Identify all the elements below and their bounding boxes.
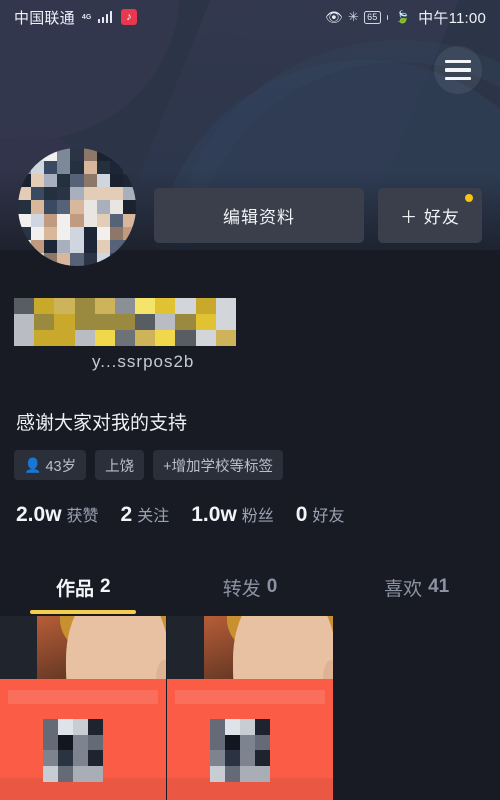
tab-reposts[interactable]: 转发 0 [167, 560, 334, 614]
tab-works[interactable]: 作品 2 [0, 560, 167, 614]
person-icon: 👤 [24, 456, 42, 473]
video-grid [0, 616, 500, 800]
battery-tip [386, 14, 389, 20]
stat-following-label: 关注 [137, 508, 170, 525]
stat-likes[interactable]: 2.0w 获赞 [16, 502, 99, 527]
thumbnail-2-image [167, 616, 333, 800]
user-id-label: y...ssrpos2b [92, 352, 195, 371]
douyin-icon: ♪ [121, 9, 138, 25]
stat-followers-label: 粉丝 [241, 508, 274, 525]
add-friend-label: ＋ 好友 [400, 208, 460, 227]
profile-tags: 👤 43岁 上饶 +增加学校等标签 [14, 450, 284, 480]
tag-location-label: 上饶 [105, 458, 135, 475]
carrier-label: 中国联通 [14, 9, 75, 27]
video-thumbnail-2[interactable] [167, 616, 333, 800]
clock-label: 中午11:00 [418, 9, 486, 27]
tab-reposts-label: 转发 [222, 578, 261, 600]
status-bar: 中国联通 4G ♪ 👁 ✳ 65 🍃 中午11:00 [0, 0, 500, 34]
tab-likes-count: 41 [428, 576, 450, 597]
stat-friends-label: 好友 [312, 508, 345, 525]
tag-age-label: 43岁 [45, 458, 77, 475]
notification-dot-badge [465, 194, 473, 202]
battery-icon: 65 [364, 10, 381, 24]
avatar-pixelated-image [18, 148, 136, 266]
stat-friends[interactable]: 0 好友 [296, 502, 345, 527]
username-censored [14, 298, 236, 346]
tab-reposts-count: 0 [266, 576, 278, 597]
video-thumbnail-1[interactable] [0, 616, 166, 800]
power-saving-leaf-icon: 🍃 [395, 10, 411, 24]
tag-location[interactable]: 上饶 [95, 450, 145, 480]
stat-followers-value: 1.0w [191, 503, 237, 526]
tab-likes[interactable]: 喜欢 41 [333, 560, 500, 614]
hamburger-menu-icon[interactable] [434, 46, 482, 94]
status-bar-left: 中国联通 4G ♪ [14, 7, 138, 28]
bluetooth-icon: ✳ [348, 9, 360, 24]
profile-action-buttons: 编辑资料 ＋ 好友 [154, 188, 482, 243]
profile-header-row: 编辑资料 ＋ 好友 [0, 148, 500, 266]
tag-add-school-label: +增加学校等标签 [163, 458, 274, 475]
stat-followers[interactable]: 1.0w 粉丝 [191, 502, 274, 527]
tab-works-label: 作品 [56, 578, 95, 600]
status-bar-right: 👁 ✳ 65 🍃 中午11:00 [325, 7, 486, 28]
stat-following-value: 2 [120, 503, 133, 526]
eye-care-icon: 👁 [325, 8, 343, 25]
tab-active-underline [30, 610, 137, 614]
stat-following[interactable]: 2 关注 [121, 502, 170, 527]
tab-likes-label: 喜欢 [384, 578, 423, 600]
tag-age[interactable]: 👤 43岁 [14, 450, 87, 480]
signal-bars-icon [97, 11, 113, 23]
add-friend-button[interactable]: ＋ 好友 [378, 188, 482, 243]
profile-stats: 2.0w 获赞 2 关注 1.0w 粉丝 0 好友 [16, 502, 345, 527]
stat-likes-label: 获赞 [66, 508, 99, 525]
profile-bio: 感谢大家对我的支持 [16, 413, 188, 434]
tab-works-count: 2 [100, 576, 111, 597]
stat-friends-value: 0 [295, 503, 308, 526]
avatar[interactable] [18, 148, 136, 266]
content-tabs: 作品 2 转发 0 喜欢 41 [0, 560, 500, 614]
network-type-label: 4G [81, 13, 92, 21]
edit-profile-button[interactable]: 编辑资料 [154, 188, 364, 243]
empty-grid-slot [334, 616, 500, 800]
profile-screen: 中国联通 4G ♪ 👁 ✳ 65 🍃 中午11:00 编辑资料 ＋ 好友 y..… [0, 0, 500, 800]
thumbnail-1-image [0, 616, 166, 800]
username-block: y...ssrpos2b [14, 298, 334, 372]
stat-likes-value: 2.0w [16, 503, 62, 526]
tag-add-school[interactable]: +增加学校等标签 [153, 450, 284, 480]
